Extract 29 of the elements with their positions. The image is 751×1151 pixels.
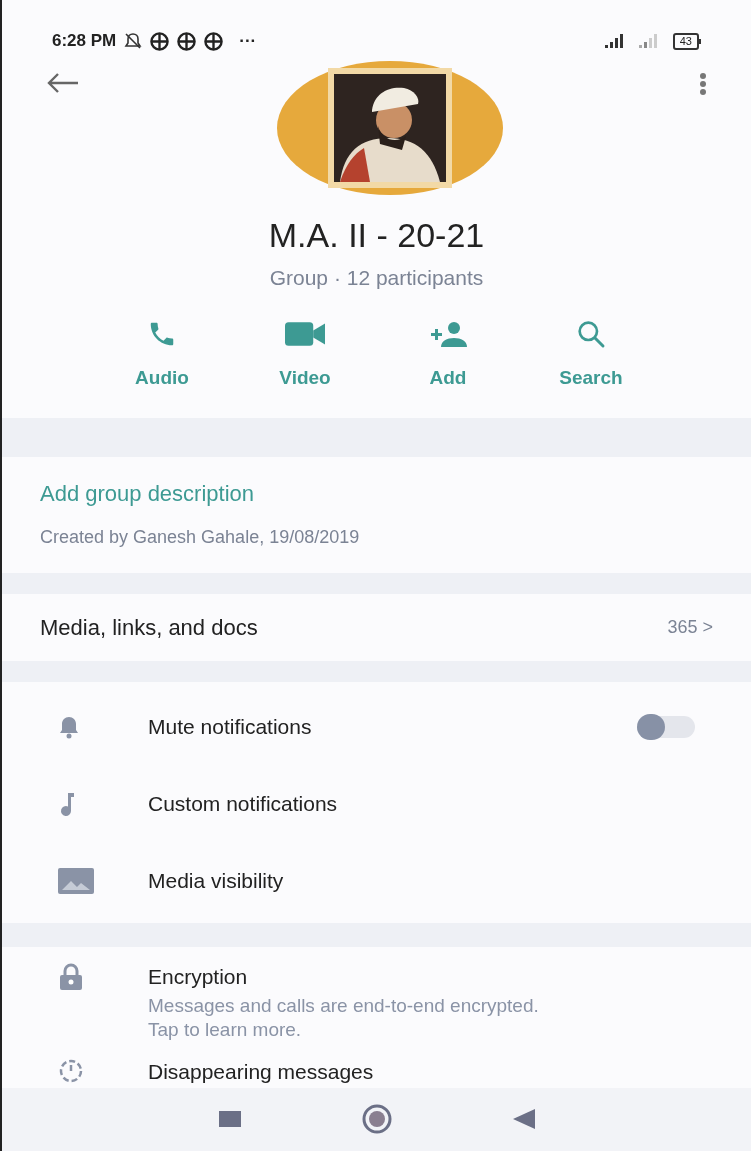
more-notifications: ··· bbox=[239, 30, 257, 53]
recent-apps-icon[interactable] bbox=[218, 1111, 241, 1128]
app-notification-icon bbox=[204, 31, 224, 51]
back-icon[interactable] bbox=[512, 1109, 535, 1130]
setting-label[interactable]: Disappearing messages bbox=[148, 1056, 374, 1088]
image-icon bbox=[58, 867, 94, 894]
media-links-row[interactable]: Media, links, and docs 365 > bbox=[2, 594, 751, 662]
created-info: Created by Ganesh Gahale, 19/08/2019 bbox=[40, 525, 361, 549]
setting-label[interactable]: Custom notifications bbox=[148, 788, 695, 820]
setting-label[interactable]: Mute notifications bbox=[148, 711, 637, 743]
group-name: M.A. II - 20-21 bbox=[268, 215, 485, 257]
setting-label[interactable]: Media visibility bbox=[148, 865, 695, 897]
status-time: 6:28 PM bbox=[52, 30, 117, 53]
setting-description: Messages and calls are end-to-end encrypted. Tap to learn more. bbox=[148, 994, 540, 1043]
bell-off-icon bbox=[124, 32, 143, 51]
battery-indicator: 43 bbox=[672, 32, 699, 50]
app-notification-icon bbox=[177, 31, 197, 51]
toggle-switch[interactable] bbox=[637, 715, 695, 738]
bell-icon bbox=[58, 714, 80, 739]
lock-icon bbox=[58, 962, 84, 991]
back-arrow-icon[interactable] bbox=[46, 72, 80, 95]
setting-label[interactable]: Encryption bbox=[148, 960, 548, 993]
app-notification-icon bbox=[150, 31, 170, 51]
group-subtitle: Group · 12 participants bbox=[269, 265, 484, 292]
home-icon[interactable] bbox=[360, 1103, 393, 1136]
video-camera-icon bbox=[285, 320, 325, 347]
more-options-icon[interactable] bbox=[699, 72, 707, 97]
music-note-icon bbox=[58, 790, 76, 817]
timer-icon bbox=[58, 1058, 84, 1085]
